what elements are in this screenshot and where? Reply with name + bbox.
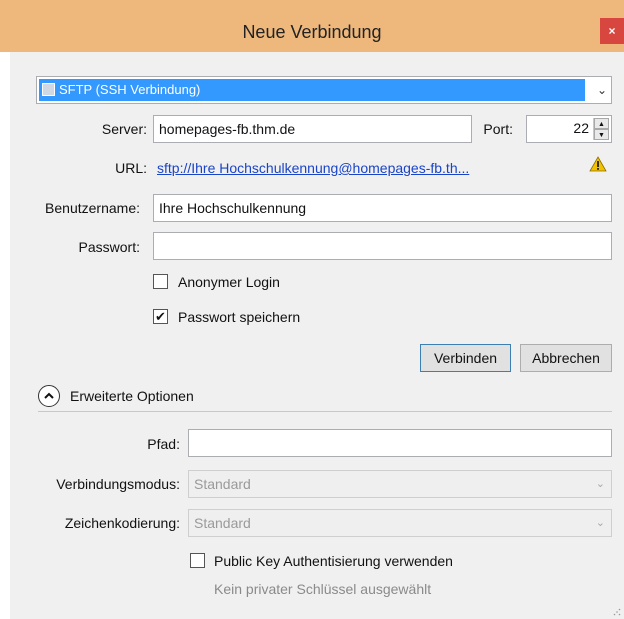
port-stepper-buttons: ▲ ▼ xyxy=(593,118,609,140)
expander-toggle[interactable] xyxy=(38,385,60,407)
encoding-label: Zeichenkodierung: xyxy=(64,515,180,531)
encoding-value: Standard xyxy=(194,515,251,531)
chevron-down-icon: ⌄ xyxy=(595,478,605,490)
server-input[interactable]: homepages-fb.thm.de xyxy=(153,115,472,143)
checkmark-icon: ✔ xyxy=(155,309,166,324)
port-label: Port: xyxy=(483,121,513,137)
anonymous-login-checkbox[interactable] xyxy=(153,274,168,289)
url-link[interactable]: sftp://Ihre Hochschulkennung@homepages-f… xyxy=(157,160,469,176)
url-label: URL: xyxy=(115,160,147,176)
port-value: 22 xyxy=(573,120,589,136)
advanced-options-label: Erweiterte Optionen xyxy=(70,388,194,404)
encoding-select[interactable]: Standard ⌄ xyxy=(188,509,612,537)
username-input[interactable]: Ihre Hochschulkennung xyxy=(153,194,612,222)
window-title: Neue Verbindung xyxy=(242,22,382,42)
port-stepper[interactable]: 22 ▲ ▼ xyxy=(526,115,612,143)
advanced-divider xyxy=(38,411,612,412)
protocol-icon xyxy=(42,83,55,96)
public-key-label: Public Key Authentisierung verwenden xyxy=(214,553,453,569)
password-input[interactable] xyxy=(153,232,612,260)
chevron-down-icon: ⌄ xyxy=(595,517,605,529)
connection-mode-label: Verbindungsmodus: xyxy=(56,476,180,492)
connection-mode-value: Standard xyxy=(194,476,251,492)
connection-mode-select[interactable]: Standard ⌄ xyxy=(188,470,612,498)
password-label: Passwort: xyxy=(78,239,140,255)
protocol-dropdown[interactable]: SFTP (SSH Verbindung) ⌄ xyxy=(36,76,612,104)
protocol-label: SFTP (SSH Verbindung) xyxy=(59,82,201,97)
chevron-down-icon: ⌄ xyxy=(596,83,607,97)
save-password-checkbox[interactable]: ✔ xyxy=(153,309,168,324)
title-bar: Neue Verbindung × xyxy=(0,0,624,52)
close-icon: × xyxy=(608,24,616,38)
warning-icon xyxy=(589,156,607,172)
chevron-up-icon xyxy=(44,392,54,399)
server-label: Server: xyxy=(101,121,147,137)
connect-button[interactable]: Verbinden xyxy=(420,344,511,372)
cancel-button[interactable]: Abbrechen xyxy=(520,344,612,372)
path-label: Pfad: xyxy=(147,436,180,452)
save-password-label: Passwort speichern xyxy=(178,309,301,325)
protocol-selected: SFTP (SSH Verbindung) xyxy=(39,79,585,101)
resize-grip-icon[interactable] xyxy=(613,608,621,616)
public-key-checkbox[interactable] xyxy=(190,553,205,568)
path-input[interactable] xyxy=(188,429,612,457)
anonymous-login-label: Anonymer Login xyxy=(178,274,280,290)
stepper-down-icon[interactable]: ▼ xyxy=(594,129,609,140)
no-private-key-text: Kein privater Schlüssel ausgewählt xyxy=(214,581,432,597)
stepper-up-icon[interactable]: ▲ xyxy=(594,118,609,129)
username-label: Benutzername: xyxy=(45,200,140,216)
close-button[interactable]: × xyxy=(600,18,624,44)
